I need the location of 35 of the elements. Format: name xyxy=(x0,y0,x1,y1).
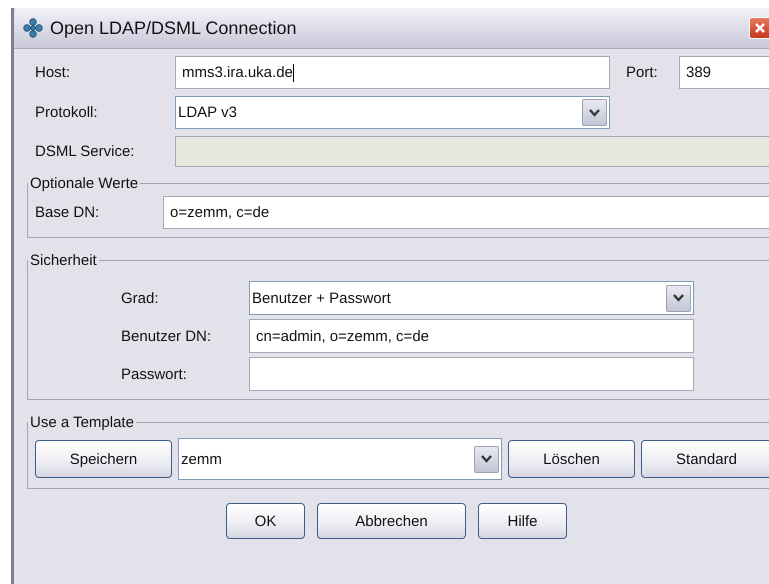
default-button[interactable]: Standard xyxy=(641,440,769,478)
chevron-down-icon xyxy=(589,108,600,116)
password-field[interactable] xyxy=(249,357,694,391)
save-button[interactable]: Speichern xyxy=(35,440,172,478)
protocol-dropdown[interactable]: LDAP v3 xyxy=(175,96,610,129)
chevron-down-icon xyxy=(673,294,684,302)
base-dn-field[interactable]: o=zemm, c=de xyxy=(163,196,769,229)
host-field[interactable]: mms3.ira.uka.de xyxy=(175,56,610,89)
field-label: Benutzer DN: xyxy=(120,328,212,344)
delete-button[interactable]: Löschen xyxy=(508,440,635,478)
field-label: Grad: xyxy=(120,290,160,306)
field-label: Base DN: xyxy=(35,204,100,221)
security-level-dropdown[interactable]: Benutzer + Passwort xyxy=(249,281,694,315)
dropdown-button[interactable] xyxy=(582,99,607,126)
dialog-button[interactable]: Abbrechen xyxy=(317,503,466,539)
group-title: Use a Template xyxy=(29,414,135,431)
field-label: Host: xyxy=(34,64,72,81)
dropdown-button[interactable] xyxy=(666,284,691,312)
field-label: Port: xyxy=(625,64,659,81)
field-label: Passwort: xyxy=(120,366,188,382)
close-button[interactable] xyxy=(749,17,769,39)
group-title: Sicherheit xyxy=(29,252,98,269)
dialog-button[interactable]: Hilfe xyxy=(478,503,567,539)
close-icon xyxy=(754,22,766,34)
chevron-down-icon xyxy=(481,455,492,463)
dropdown-button[interactable] xyxy=(474,446,499,472)
template-dropdown[interactable]: zemm xyxy=(178,438,502,480)
field-label: Protokoll: xyxy=(34,104,99,121)
window-title: Open LDAP/DSML Connection xyxy=(50,18,296,38)
dialog-button[interactable]: OK xyxy=(226,503,305,539)
app-icon xyxy=(22,17,44,39)
group-title: Optionale Werte xyxy=(29,175,140,192)
port-field[interactable]: 389 xyxy=(679,56,769,89)
field-label: DSML Service: xyxy=(34,143,136,160)
user-dn-field[interactable]: cn=admin, o=zemm, c=de xyxy=(249,319,694,353)
